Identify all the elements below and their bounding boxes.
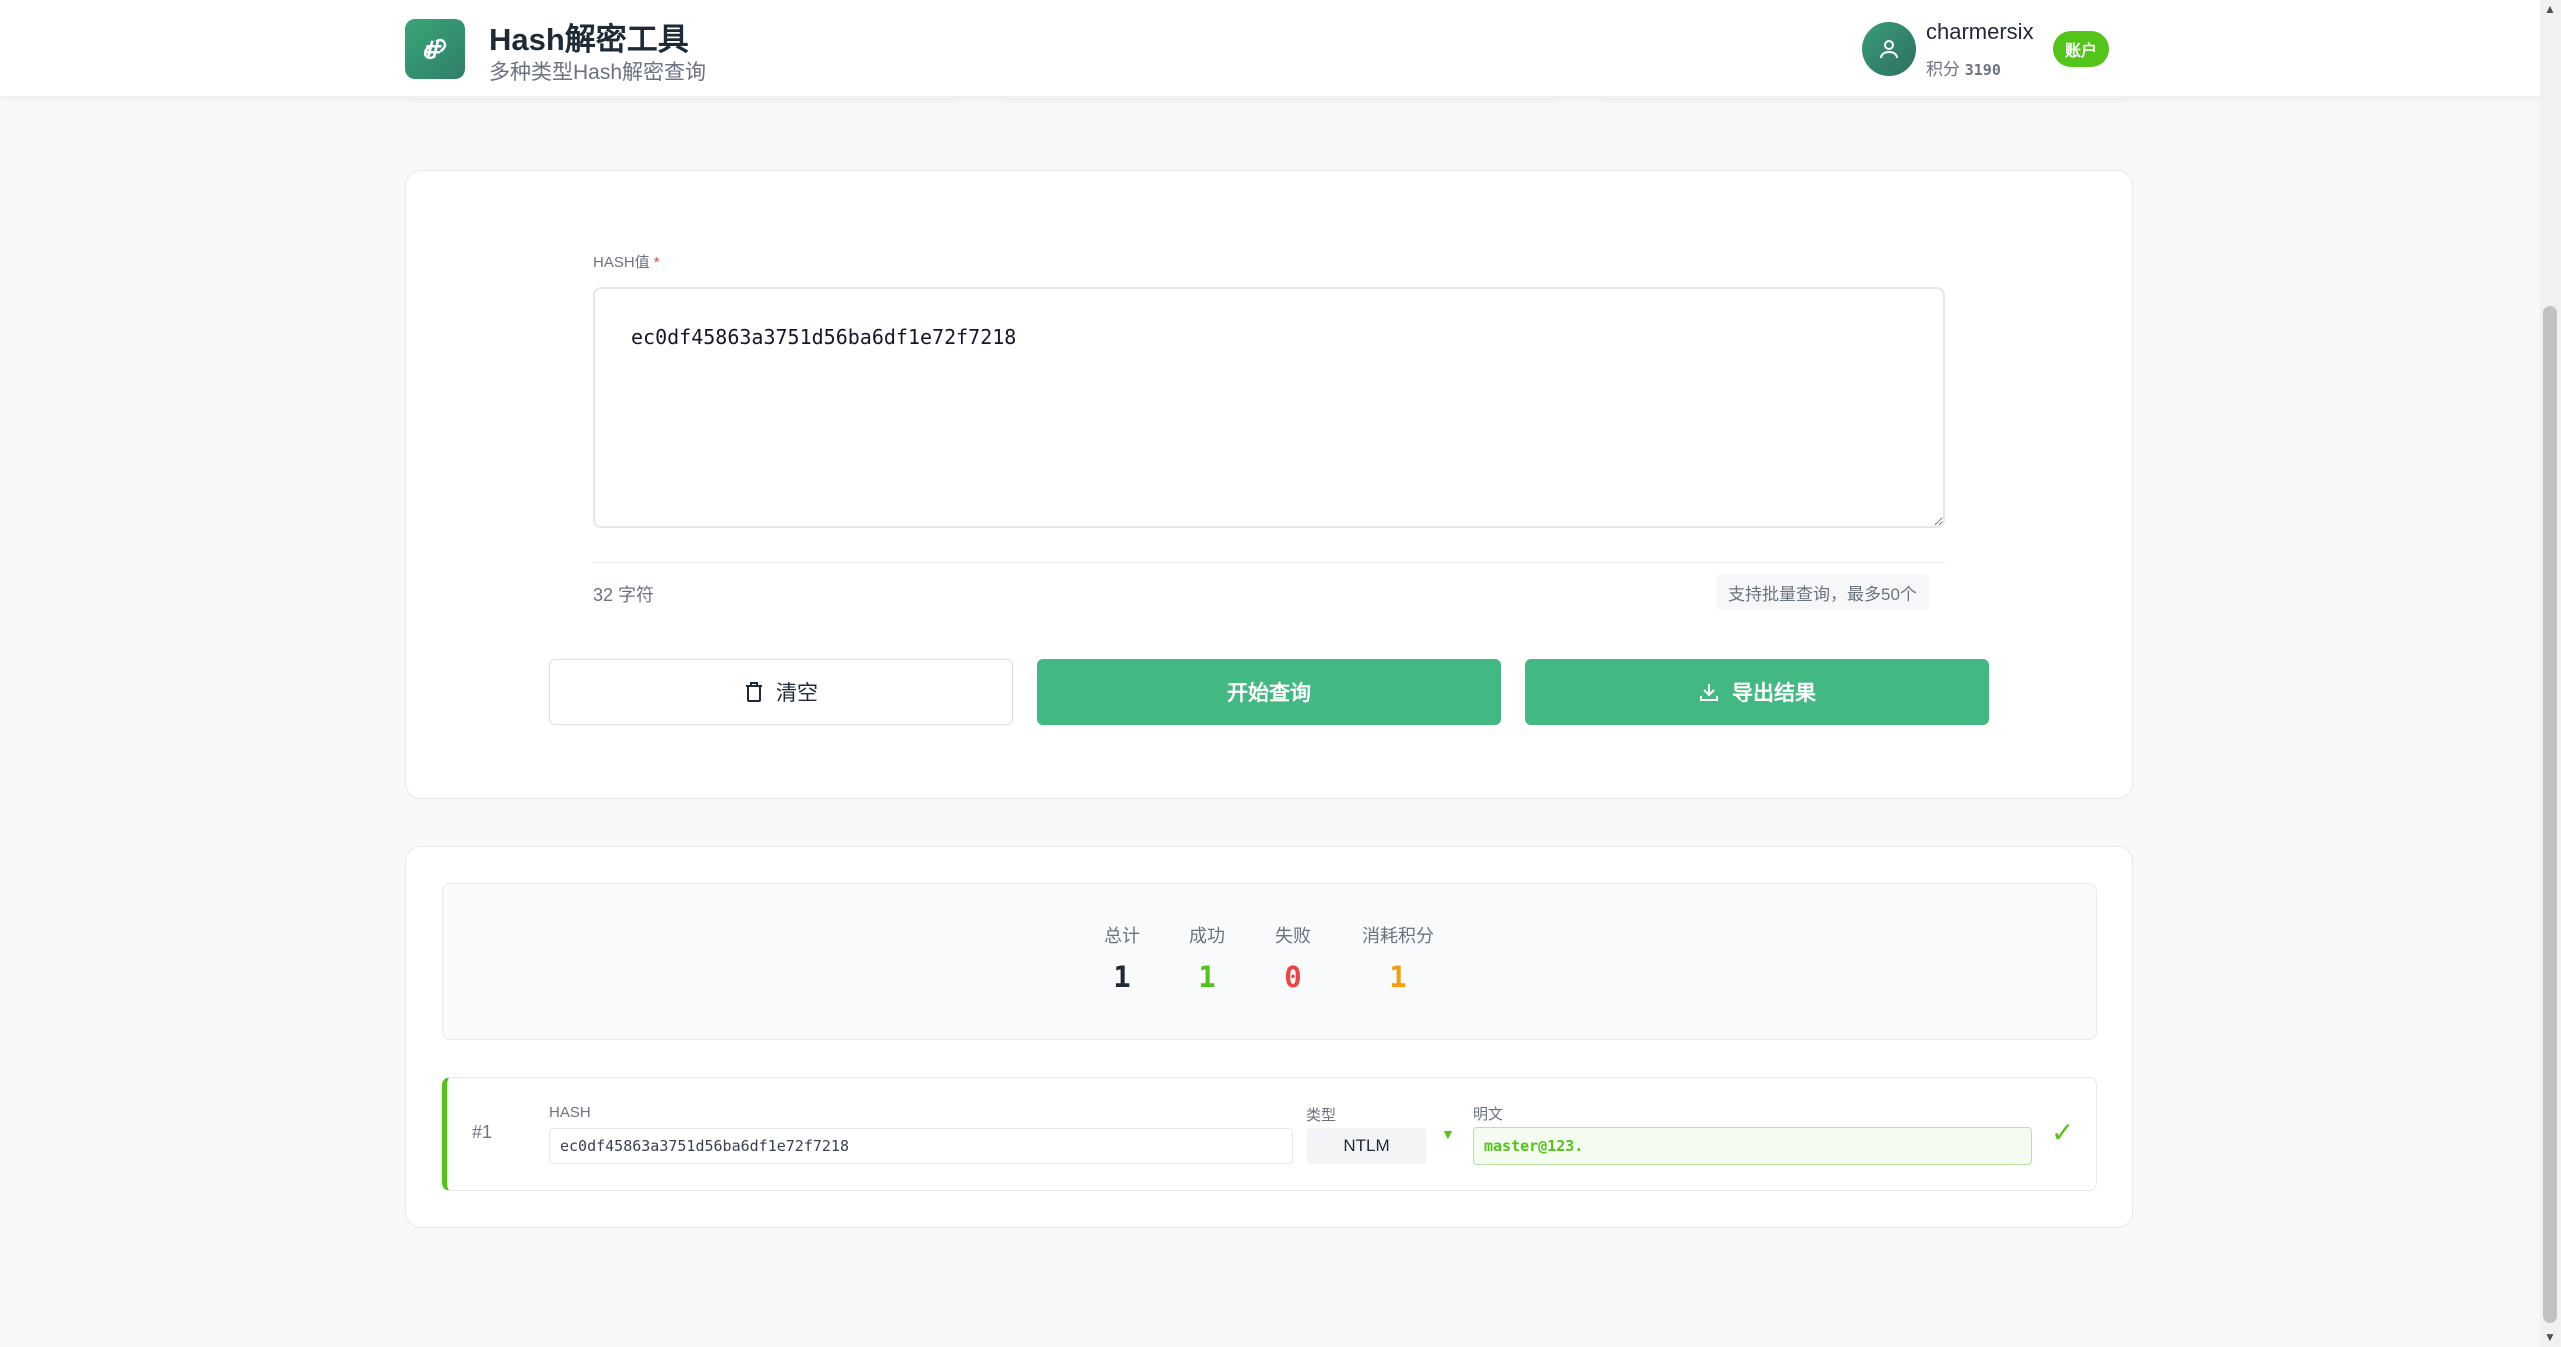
points-label: 积分 xyxy=(1926,60,1960,79)
scroll-up-icon[interactable]: ▲ xyxy=(2543,2,2557,16)
result-plain-field[interactable]: master@123. xyxy=(1473,1127,2032,1165)
app-header: # Hash解密工具 多种类型Hash解密查询 charmersix 积分 31… xyxy=(0,0,2540,97)
result-index: #1 xyxy=(472,1122,493,1142)
hash-logo-icon: # xyxy=(405,19,465,79)
required-mark: * xyxy=(653,254,660,271)
check-icon: ✓ xyxy=(2051,1117,2075,1148)
batch-tip: 支持批量查询，最多50个 xyxy=(1716,574,1929,610)
char-count: 32 字符 xyxy=(593,585,655,605)
stat-success-label: 成功 xyxy=(1189,926,1225,946)
stat-fail-label: 失败 xyxy=(1275,926,1311,946)
stat-cost-value: 1 xyxy=(1389,960,1407,994)
clear-label: 清空 xyxy=(776,682,818,705)
export-label: 导出结果 xyxy=(1732,682,1816,705)
hash-field-label: HASH值 * xyxy=(593,251,660,272)
export-button[interactable]: 导出结果 xyxy=(1525,659,1989,725)
stat-total-label: 总计 xyxy=(1104,926,1140,946)
stats-panel xyxy=(442,883,2097,1040)
app-subtitle: 多种类型Hash解密查询 xyxy=(489,61,707,84)
scrollbar-thumb[interactable] xyxy=(2543,306,2557,1323)
stat-fail-value: 0 xyxy=(1284,960,1302,994)
result-hash-field[interactable]: ec0df45863a3751d56ba6df1e72f7218 xyxy=(549,1128,1293,1164)
clear-button[interactable]: 清空 xyxy=(549,659,1013,725)
scroll-down-icon[interactable]: ▼ xyxy=(2543,1330,2557,1344)
app-title: Hash解密工具 xyxy=(489,22,689,57)
query-label: 开始查询 xyxy=(1227,682,1311,705)
query-button[interactable]: 开始查询 xyxy=(1037,659,1501,725)
result-type-select[interactable]: NTLM xyxy=(1307,1128,1426,1164)
points-value: 3190 xyxy=(1964,61,2001,79)
divider xyxy=(593,562,1945,563)
user-name: charmersix xyxy=(1926,19,2034,44)
account-button[interactable]: 账户 xyxy=(2053,31,2109,67)
result-hash-label: HASH xyxy=(549,1104,591,1121)
result-type-label: 类型 xyxy=(1306,1107,1337,1124)
stat-total-value: 1 xyxy=(1113,960,1131,994)
trash-icon xyxy=(746,682,762,702)
hash-label-text: HASH值 xyxy=(593,254,650,271)
stat-cost-label: 消耗积分 xyxy=(1362,926,1434,946)
download-icon xyxy=(1700,684,1718,701)
user-avatar-icon[interactable] xyxy=(1862,22,1916,76)
result-plain-label: 明文 xyxy=(1473,1106,1504,1123)
stat-success-value: 1 xyxy=(1198,960,1216,994)
hash-input[interactable]: ec0df45863a3751d56ba6df1e72f7218 xyxy=(593,287,1945,528)
user-points: 积分 3190 xyxy=(1926,55,2001,80)
chevron-down-icon[interactable]: ▼ xyxy=(1441,1126,1455,1142)
